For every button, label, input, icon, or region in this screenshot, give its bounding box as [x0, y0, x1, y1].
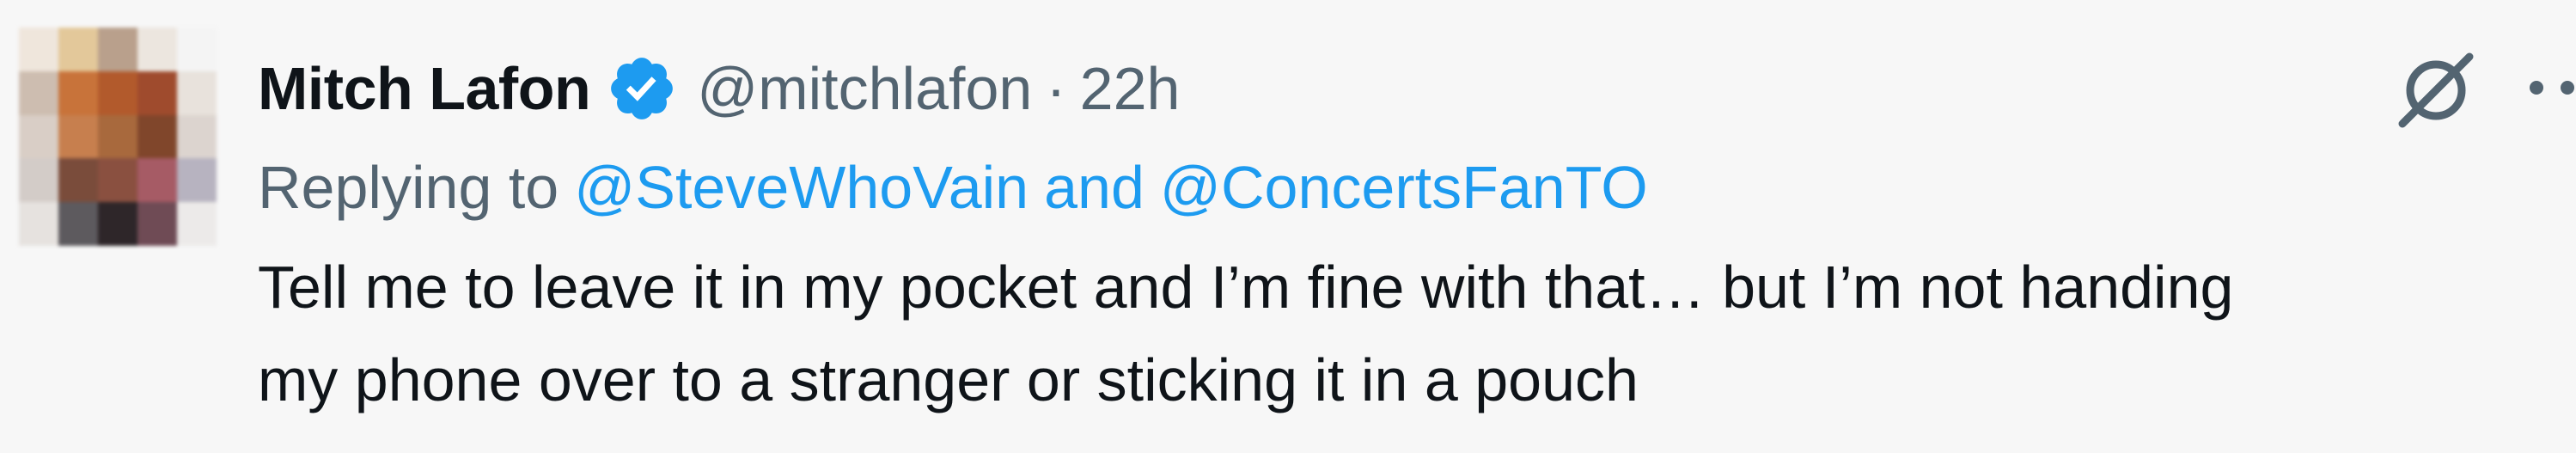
tweet[interactable]: Mitch Lafon @mitchlafon · 22h Replying t… — [0, 0, 2576, 453]
avatar-pixel — [19, 158, 58, 203]
reply-joiner: and — [1044, 154, 1145, 221]
avatar-pixel — [58, 114, 98, 159]
reply-context: Replying to @SteveWhoVain and @ConcertsF… — [258, 144, 1648, 230]
avatar-pixel — [137, 28, 177, 71]
avatar-pixel — [177, 114, 217, 159]
avatar-pixel — [19, 114, 58, 159]
avatar-pixel — [137, 202, 177, 246]
avatar-pixel — [98, 70, 137, 115]
avatar-pixel — [19, 28, 58, 71]
avatar-pixel — [58, 202, 98, 246]
avatar-pixel — [177, 28, 217, 71]
avatar-pixel — [177, 158, 217, 203]
avatar-pixel — [58, 70, 98, 115]
more-dots-icon — [2530, 81, 2574, 95]
avatar-pixel — [137, 158, 177, 203]
author-name[interactable]: Mitch Lafon — [258, 54, 591, 123]
avatar-pixel — [98, 28, 137, 71]
tweet-text-line: Tell me to leave it in my pocket and I’m… — [258, 254, 2234, 321]
reply-prefix: Replying to — [258, 154, 559, 221]
avatar-pixel — [58, 158, 98, 203]
separator-dot: · — [1046, 55, 1066, 122]
mention-link[interactable]: @ConcertsFanTO — [1160, 153, 1648, 222]
avatar-pixel — [19, 202, 58, 246]
avatar-pixel — [58, 28, 98, 71]
avatar-pixel — [98, 202, 137, 246]
author-handle[interactable]: @mitchlafon — [697, 54, 1032, 123]
avatar-pixel — [137, 114, 177, 159]
avatar-pixel — [98, 114, 137, 159]
avatar-pixel — [177, 202, 217, 246]
tweet-text: Tell me to leave it in my pocket and I’m… — [258, 241, 2561, 426]
avatar[interactable] — [19, 28, 217, 246]
avatar-pixel — [177, 70, 217, 115]
timestamp[interactable]: 22h — [1080, 54, 1181, 123]
more-button[interactable] — [2518, 52, 2576, 129]
grok-button[interactable] — [2389, 41, 2483, 136]
verified-badge-icon — [606, 52, 678, 125]
tweet-header: Mitch Lafon @mitchlafon · 22h — [258, 41, 1180, 136]
grok-slash-circle-icon — [2398, 52, 2474, 128]
avatar-pixel — [98, 158, 137, 203]
tweet-text-line: my phone over to a stranger or sticking … — [258, 346, 1639, 413]
mention-link[interactable]: @SteveWhoVain — [574, 153, 1029, 222]
avatar-pixel — [19, 70, 58, 115]
avatar-pixel — [137, 70, 177, 115]
